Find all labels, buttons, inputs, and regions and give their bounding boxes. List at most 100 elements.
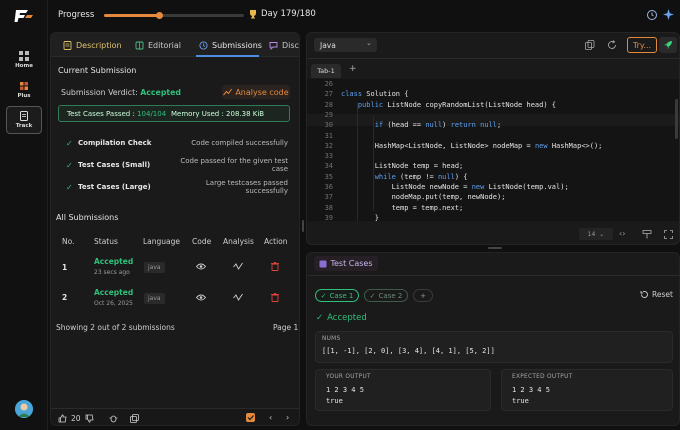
verdict-label: Submission Verdict: [61,88,138,97]
nav-track[interactable]: Track [6,106,42,134]
row-number: 1 [62,263,68,272]
trophy-icon [250,10,256,19]
progress-label: Progress [58,10,95,20]
dislike-icon[interactable] [85,414,94,425]
clock-icon [199,41,208,50]
left-nav: Home Plus Track [0,0,48,430]
row-number: 2 [62,293,68,302]
expand-icon[interactable] [664,230,673,241]
nav-home[interactable]: Home [6,46,42,74]
font-size-select[interactable]: 14 ⌄ [579,228,613,240]
analysis-icon[interactable] [233,262,243,273]
sparkle-icon[interactable] [662,8,675,23]
language-select[interactable]: Java ⌄ [314,38,377,52]
table-row: 1 Accepted 23 secs ago java [51,251,299,281]
header-no: No. [62,237,75,246]
chevron-down-icon: ⌄ [599,230,605,238]
try-button[interactable]: Try... [627,37,657,53]
memory-label: Memory Used : [171,110,224,118]
verdict-row: Submission Verdict: Accepted [61,88,181,97]
horizontal-resize-handle[interactable] [488,247,502,249]
history-icon[interactable] [646,9,658,23]
grid-icon [19,51,29,61]
share-icon[interactable] [130,414,139,425]
expected-output-line1: 1 2 3 4 5 [512,386,550,394]
tab-discuss[interactable]: Disc [263,38,299,53]
check-icon: ✓ [66,182,73,192]
row-status[interactable]: Accepted [94,257,133,266]
progress-knob[interactable] [155,12,163,19]
format-icon[interactable] [642,230,652,241]
test-divider [307,275,679,276]
avatar[interactable] [15,400,33,418]
view-code-icon[interactable] [195,263,207,272]
active-tab-indicator [196,55,259,57]
document-icon [63,41,72,50]
check-icon: ✓ [320,291,327,300]
like-icon[interactable] [58,414,67,425]
check-desc: Code passed for the given test case [180,157,288,173]
delete-icon[interactable] [271,293,279,304]
reset-button[interactable]: Reset [640,290,673,299]
line-number: 33 [324,152,333,161]
line-number: 39 [324,213,333,222]
day-label: Day 179/180 [261,9,316,19]
check-name: Compilation Check [78,139,152,147]
view-code-icon[interactable] [195,294,207,303]
header-language: Language [143,237,181,246]
bookmark-checkbox[interactable] [246,413,255,422]
tab-submissions[interactable]: Submissions [193,38,268,53]
bug-icon[interactable] [109,414,118,425]
case-1-tab[interactable]: ✓ Case 1 [315,289,359,302]
copy-icon[interactable] [585,40,595,52]
run-button[interactable] [659,37,677,53]
your-output-box: YOUR OUTPUT 1 2 3 4 5 true [315,369,491,411]
line-number: 29 [324,110,333,119]
like-count: 20 [71,414,81,423]
add-tab-icon[interactable]: + [349,64,357,74]
trend-icon [223,88,233,96]
prev-arrow-icon[interactable]: ‹ [269,413,272,422]
vertical-resize-handle[interactable] [302,220,304,232]
current-submission-title: Current Submission [58,66,137,75]
test-cases-tab[interactable]: Test Cases [314,256,378,271]
editor-tab[interactable]: Tab-1 [311,64,341,78]
editor-scrollbar[interactable] [675,99,678,139]
row-language: java [144,293,165,304]
line-number: 36 [324,183,333,191]
test-cases-value: 104/104 [137,110,167,118]
plus-badge-icon [20,82,28,90]
nav-plus-label: Plus [17,93,31,99]
nums-label: NUMS [322,336,341,342]
check-icon: ✓ [369,291,376,300]
add-case-button[interactable]: + [413,289,433,302]
case-2-tab[interactable]: ✓ Case 2 [364,289,408,302]
your-output-line2: true [326,397,343,405]
all-submissions-title: All Submissions [56,213,119,222]
tab-editorial[interactable]: Editorial [129,38,187,53]
app-logo[interactable] [14,9,34,25]
code-line: nodeMap.put(temp, newNode); [391,193,506,202]
page-indicator: Page 1 [273,323,299,332]
code-line: while (temp != null) { [374,172,468,181]
nav-plus[interactable]: Plus [6,76,42,104]
code-brackets-icon[interactable]: ‹› [619,229,625,238]
table-row: 2 Accepted Oct 26, 2025 java [51,282,299,312]
chat-icon [269,42,278,50]
check-icon: ✓ [66,160,73,170]
analysis-icon[interactable] [233,293,243,304]
reset-icon[interactable] [607,40,617,52]
tab-editorial-label: Editorial [148,41,182,50]
case-2-label: Case 2 [378,291,403,300]
check-icon: ✓ [66,138,73,148]
delete-icon[interactable] [271,262,279,273]
code-line: temp = temp.next; [391,203,464,212]
analyse-code-button[interactable]: Analyse code [222,85,290,99]
row-status[interactable]: Accepted [94,288,133,297]
line-number: 35 [324,172,333,181]
code-area[interactable]: 26 27 class Solution {28 public ListNode c… [307,79,679,222]
next-arrow-icon[interactable]: › [286,413,289,422]
tab-description[interactable]: Description [57,38,128,53]
tab-submissions-label: Submissions [212,41,262,50]
day-counter: Day 179/180 [248,9,316,19]
